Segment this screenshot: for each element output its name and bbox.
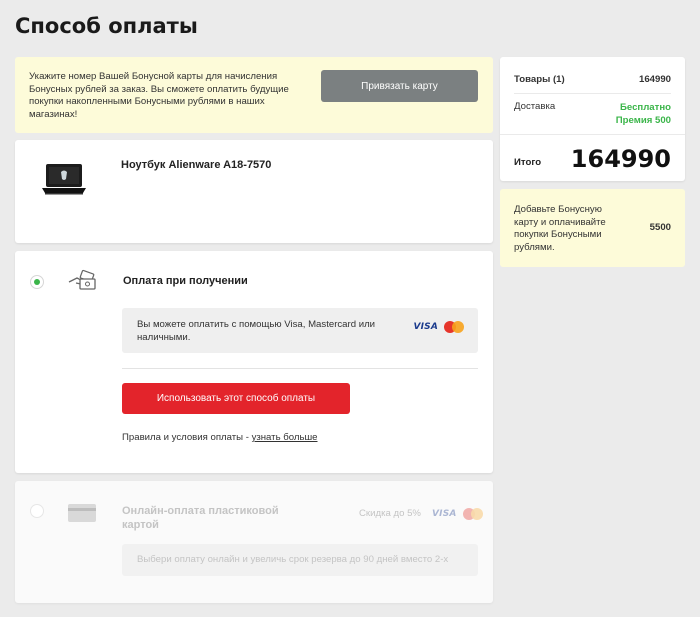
product-name[interactable]: Ноутбук Alienware A18-7570 bbox=[121, 159, 271, 171]
payment-online-radio[interactable] bbox=[30, 504, 44, 518]
payment-cash-title: Оплата при получении bbox=[123, 275, 248, 287]
mastercard-icon bbox=[462, 508, 483, 520]
card-logos: VISA bbox=[413, 321, 464, 333]
visa-icon: VISA bbox=[432, 509, 457, 519]
bonus-notice-text: Укажите номер Вашей Бонусной карты для н… bbox=[29, 71, 289, 120]
delivery-bonus-text: Премия 500 bbox=[615, 115, 671, 126]
summary-total-value: 164990 bbox=[570, 145, 671, 173]
link-card-button[interactable]: Привязать карту bbox=[321, 70, 478, 102]
payment-cash-info: Вы можете оплатить с помощью Visa, Maste… bbox=[122, 308, 478, 353]
payment-cash-radio[interactable] bbox=[30, 275, 44, 289]
summary-delivery-label: Доставка bbox=[514, 101, 556, 112]
divider bbox=[514, 93, 671, 94]
delivery-free-text: Бесплатно bbox=[619, 102, 671, 113]
learn-more-link[interactable]: узнать больше bbox=[252, 432, 318, 443]
summary-delivery-row: Доставка Бесплатно Премия 500 bbox=[514, 101, 671, 126]
order-summary: Товары (1) 164990 Доставка Бесплатно Пре… bbox=[500, 57, 685, 181]
laptop-icon bbox=[42, 164, 86, 195]
payment-cash-info-text: Вы можете оплатить с помощью Visa, Maste… bbox=[137, 319, 376, 343]
cash-hand-icon bbox=[68, 269, 96, 290]
bonus-promo-text: Добавьте Бонусную карту и оплачивайте по… bbox=[514, 204, 606, 253]
product-card: Ноутбук Alienware A18-7570 bbox=[15, 140, 493, 243]
bonus-card-promo: Добавьте Бонусную карту и оплачивайте по… bbox=[500, 189, 685, 267]
payment-online-discount: Скидка до 5% bbox=[359, 508, 421, 519]
credit-card-icon bbox=[68, 504, 96, 522]
page-title: Способ оплаты bbox=[15, 14, 198, 38]
divider bbox=[122, 368, 478, 369]
summary-total-label: Итого bbox=[514, 157, 542, 168]
payment-online-title: Онлайн-оплата пластиковой картой bbox=[122, 505, 279, 531]
payment-rules: Правила и условия оплаты - узнать больше bbox=[122, 432, 318, 443]
card-logos: VISA bbox=[432, 508, 483, 520]
summary-items-row: Товары (1) 164990 bbox=[514, 74, 671, 85]
bonus-card-notice: Укажите номер Вашей Бонусной карты для н… bbox=[15, 57, 493, 133]
divider bbox=[500, 134, 685, 135]
summary-items-label: Товары (1) bbox=[514, 74, 565, 85]
summary-delivery-value: Бесплатно Премия 500 bbox=[616, 101, 671, 127]
bonus-promo-value: 5500 bbox=[649, 222, 671, 233]
payment-online-info-text: Выбери оплату онлайн и увеличь срок резе… bbox=[137, 554, 449, 565]
mastercard-icon bbox=[444, 321, 464, 333]
summary-items-value: 164990 bbox=[638, 74, 671, 85]
payment-option-online[interactable]: Онлайн-оплата пластиковой картой Скидка … bbox=[15, 481, 493, 603]
payment-rules-text: Правила и условия оплаты - bbox=[122, 432, 252, 443]
visa-icon: VISA bbox=[413, 322, 438, 332]
payment-option-cash[interactable]: Оплата при получении Вы можете оплатить … bbox=[15, 251, 493, 473]
payment-online-info: Выбери оплату онлайн и увеличь срок резе… bbox=[122, 544, 478, 576]
use-payment-method-button[interactable]: Использовать этот способ оплаты bbox=[122, 383, 350, 414]
